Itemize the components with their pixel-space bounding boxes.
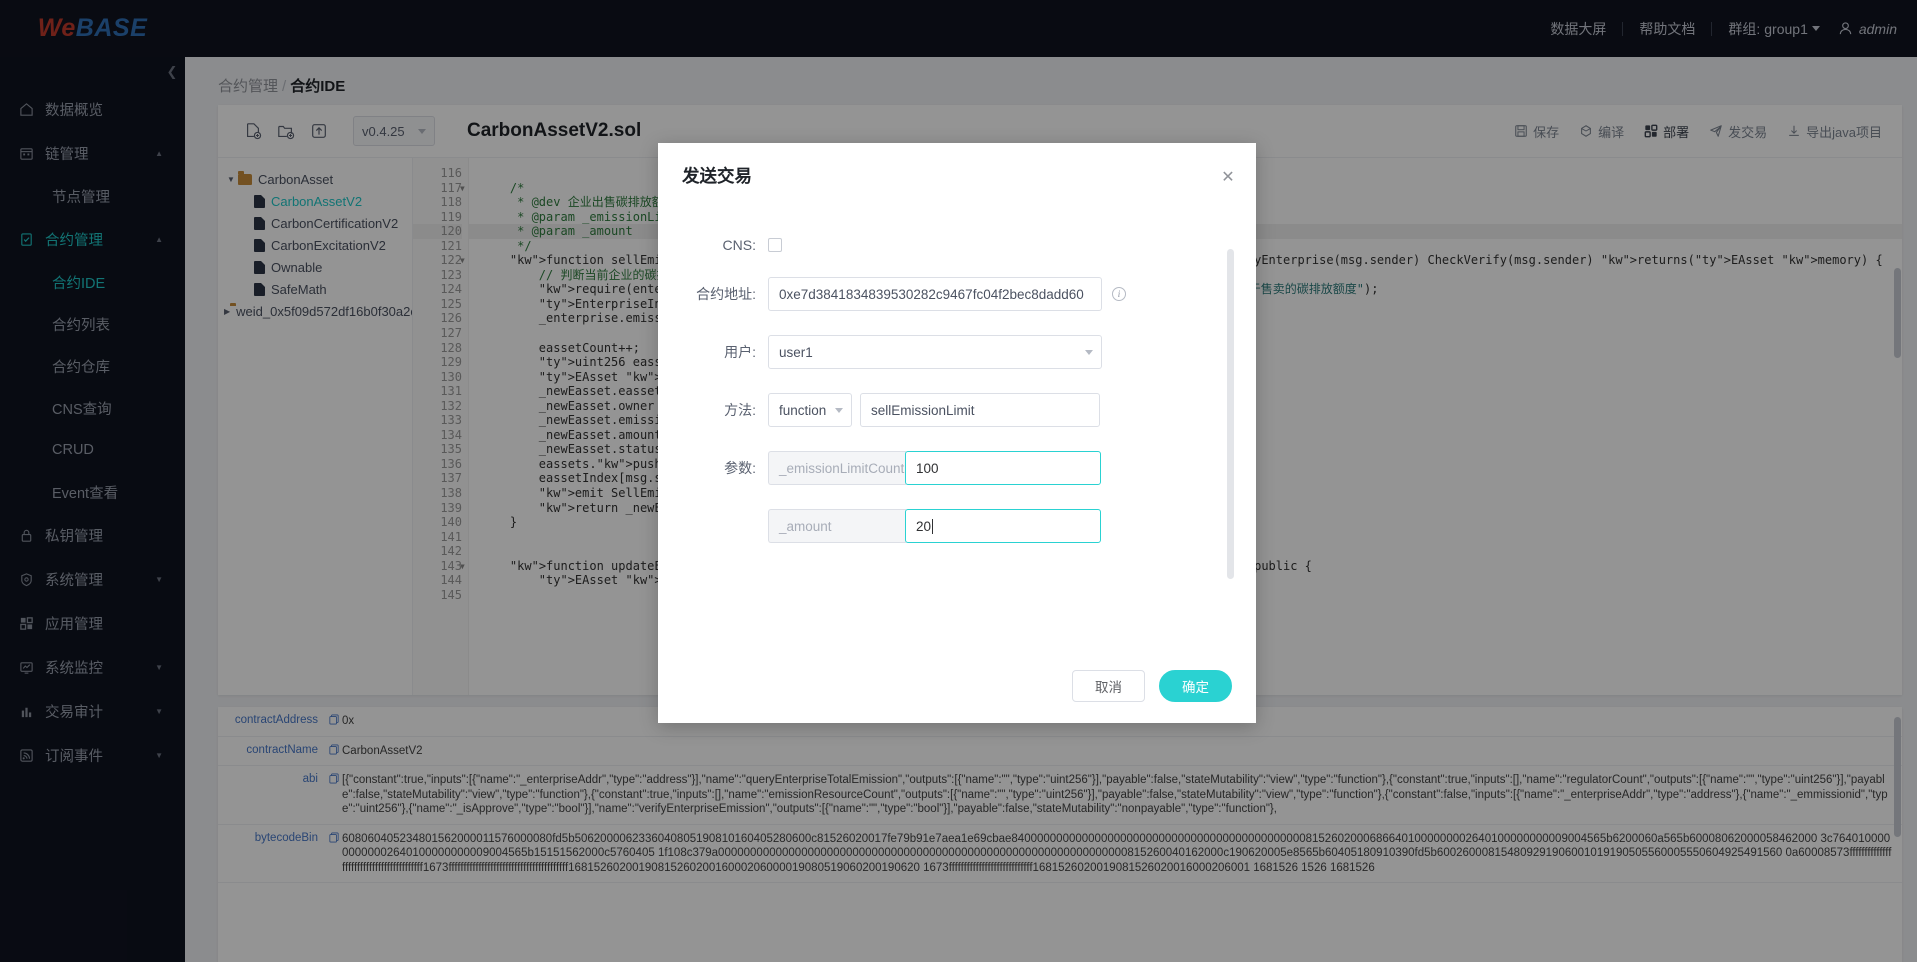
close-icon[interactable]: ✕ <box>1218 167 1238 187</box>
parameter-group: _amount 20 <box>768 509 1101 543</box>
text-caret <box>932 518 934 534</box>
cancel-button[interactable]: 取消 <box>1072 670 1145 702</box>
contract-address-value: 0xe7d3841834839530282c9467fc04f2bec8dadd… <box>779 286 1084 302</box>
cns-checkbox[interactable] <box>768 238 782 252</box>
dialog-scrollbar[interactable] <box>1227 249 1234 579</box>
parameter-value-text: 20 <box>916 518 932 534</box>
user-select[interactable]: user1 <box>768 335 1102 369</box>
method-name-select[interactable]: sellEmissionLimit <box>860 393 1100 427</box>
parameters-section: 参数: _emissionLimitCount 100 _amount 20 <box>658 451 1256 543</box>
cns-row: CNS: <box>658 237 1256 253</box>
parameter-name: _emissionLimitCount <box>768 451 906 485</box>
dialog-header: 发送交易 ✕ <box>658 143 1256 207</box>
parameter-value-text: 100 <box>916 460 939 476</box>
parameter-value-input[interactable]: 100 <box>905 451 1101 485</box>
parameter-row: _amount 20 <box>658 509 1256 543</box>
method-name-value: sellEmissionLimit <box>871 402 975 418</box>
cns-label: CNS: <box>722 237 756 253</box>
contract-address-input[interactable]: 0xe7d3841834839530282c9467fc04f2bec8dadd… <box>768 277 1102 311</box>
method-label: 方法: <box>724 402 756 418</box>
send-transaction-dialog: 发送交易 ✕ CNS: 合约地址: 0xe7d3841834839530282c… <box>658 143 1256 723</box>
dialog-body: CNS: 合约地址: 0xe7d3841834839530282c9467fc0… <box>658 207 1256 649</box>
parameter-row: 参数: _emissionLimitCount 100 <box>658 451 1256 485</box>
chevron-down-icon <box>1085 349 1093 355</box>
parameter-group: _emissionLimitCount 100 <box>768 451 1101 485</box>
parameter-name: _amount <box>768 509 906 543</box>
user-select-value: user1 <box>779 344 813 360</box>
chevron-down-icon <box>835 407 843 413</box>
contract-address-row: 合约地址: 0xe7d3841834839530282c9467fc04f2be… <box>658 277 1256 311</box>
method-row: 方法: function sellEmissionLimit <box>658 393 1256 427</box>
user-label: 用户: <box>724 344 756 360</box>
contract-address-label: 合约地址: <box>696 286 756 302</box>
method-type-select[interactable]: function <box>768 393 852 427</box>
confirm-button[interactable]: 确定 <box>1159 670 1232 702</box>
user-row: 用户: user1 <box>658 335 1256 369</box>
parameter-value-input[interactable]: 20 <box>905 509 1101 543</box>
dialog-title: 发送交易 <box>682 165 752 186</box>
info-icon[interactable]: i <box>1112 287 1126 301</box>
dialog-footer: 取消 确定 <box>658 649 1256 723</box>
method-type-value: function <box>779 402 827 418</box>
parameters-label: 参数: <box>724 460 756 476</box>
